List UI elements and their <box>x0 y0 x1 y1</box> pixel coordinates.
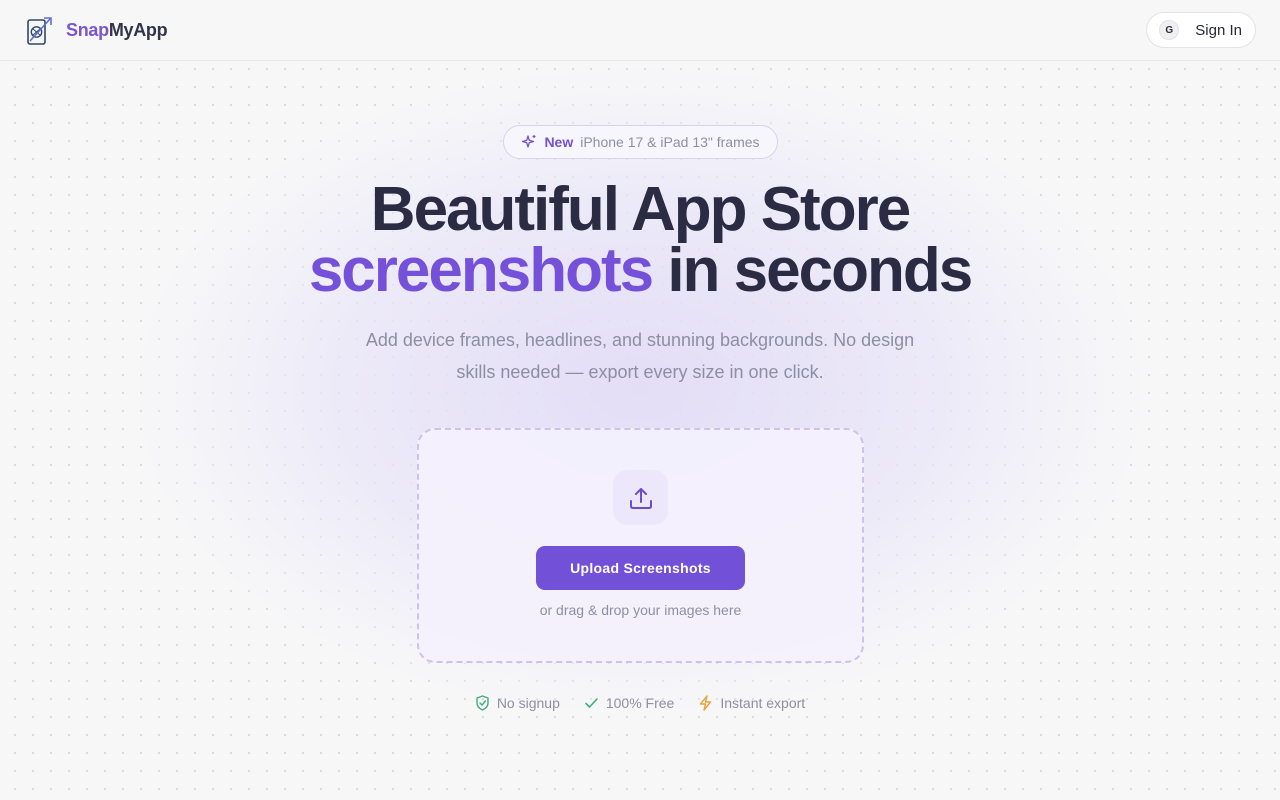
sign-in-label: Sign In <box>1195 21 1242 39</box>
feature-no-signup: No signup <box>475 695 560 711</box>
upload-icon-container <box>613 470 668 525</box>
feature-list: No signup 100% Free Instant export <box>0 695 1280 711</box>
badge-text: iPhone 17 & iPad 13" frames <box>580 134 760 150</box>
upload-dropzone[interactable]: Upload Screenshots or drag & drop your i… <box>417 428 864 663</box>
feature-free: 100% Free <box>584 695 674 711</box>
check-icon <box>585 698 598 708</box>
logo-link[interactable]: SnapMyApp <box>26 15 168 46</box>
feature-label: No signup <box>496 695 560 711</box>
hero-section: New iPhone 17 & iPad 13" frames Beautifu… <box>0 61 1280 800</box>
hero-title: Beautiful App Store screenshots in secon… <box>0 179 1280 302</box>
upload-icon <box>629 487 652 509</box>
badge-new-label: New <box>544 134 574 150</box>
feature-label: 100% Free <box>605 695 675 711</box>
upload-screenshots-button[interactable]: Upload Screenshots <box>536 546 745 590</box>
hero-title-rest: in seconds <box>652 236 973 305</box>
brand-name: SnapMyApp <box>66 19 168 41</box>
top-nav: SnapMyApp G Sign In <box>0 0 1280 61</box>
hero-subtitle: Add device frames, headlines, and stunni… <box>365 330 915 382</box>
drag-drop-hint: or drag & drop your images here <box>539 602 742 618</box>
feature-label: Instant export <box>720 695 806 711</box>
brand-name-part2: MyApp <box>108 19 168 40</box>
google-icon: G <box>1159 20 1180 40</box>
feature-instant-export: Instant export <box>698 695 805 711</box>
sign-in-button[interactable]: G Sign In <box>1146 12 1256 48</box>
logo-icon <box>27 16 52 45</box>
hero-title-accent: screenshots <box>308 236 654 305</box>
new-feature-badge[interactable]: New iPhone 17 & iPad 13" frames <box>503 125 778 159</box>
hero-title-line1: Beautiful App Store <box>370 175 911 244</box>
shield-check-icon <box>476 695 489 711</box>
sparkle-icon <box>522 135 536 148</box>
lightning-icon <box>700 695 712 711</box>
brand-name-part1: Snap <box>66 19 109 40</box>
